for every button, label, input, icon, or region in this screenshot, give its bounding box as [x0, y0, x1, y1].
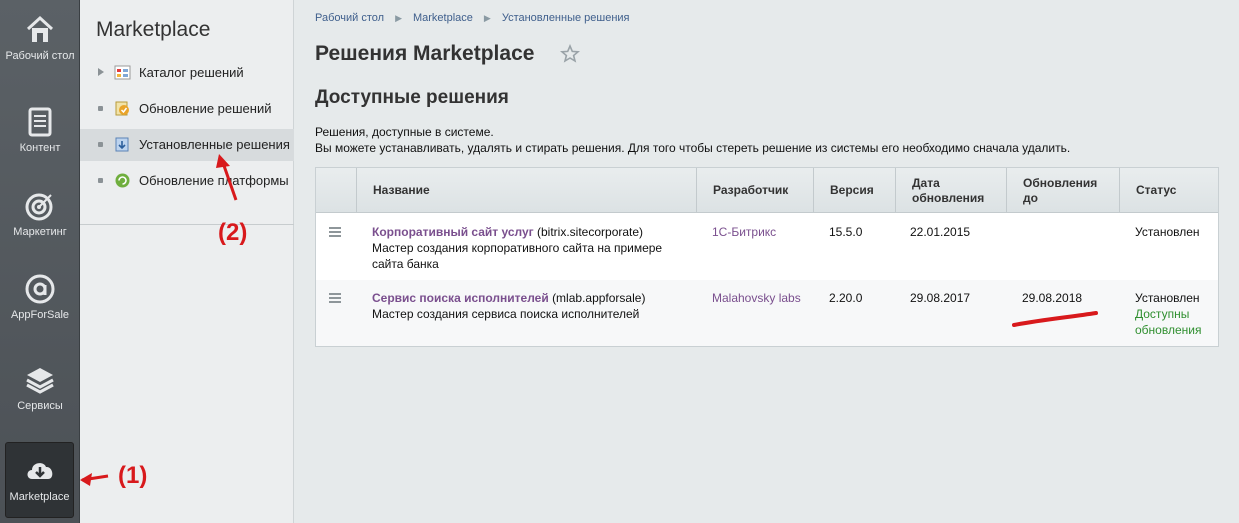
table-header: Название Разработчик Версия Дата обновле…	[316, 168, 1218, 213]
rail-label: Контент	[19, 142, 61, 154]
status-cell: Установлен Доступны обновления	[1135, 290, 1217, 338]
table-row[interactable]: Корпоративный сайт услуг (bitrix.sitecor…	[316, 214, 1218, 280]
update-solutions-icon	[115, 101, 129, 116]
updates-until-cell: 29.08.2018	[1022, 291, 1083, 305]
developer-link[interactable]: 1С-Битрикс	[712, 224, 776, 240]
solutions-table: Название Разработчик Версия Дата обновле…	[315, 167, 1219, 347]
menu-item-updates[interactable]: Обновление решений	[80, 93, 294, 125]
page-title: Решения Marketplace	[315, 42, 535, 65]
solution-description: Мастер создания сервиса поиска исполните…	[372, 307, 640, 321]
catalog-icon	[114, 65, 131, 80]
developer-link[interactable]: Malahovsky labs	[712, 290, 801, 306]
menu-item-label: Обновление платформы	[139, 173, 289, 188]
installed-solutions-icon	[115, 137, 129, 152]
header-label: Обновления до	[1023, 175, 1098, 205]
menu-item-label: Установленные решения	[139, 137, 290, 152]
update-date-cell: 22.01.2015	[910, 225, 971, 239]
breadcrumb-installed[interactable]: Установленные решения	[502, 12, 630, 24]
row-menu-icon[interactable]	[329, 293, 341, 303]
solution-description: Мастер создания корпоративного сайта на …	[372, 241, 663, 271]
menu-item-platform-update[interactable]: Обновление платформы	[80, 165, 294, 197]
bullet-icon	[98, 142, 103, 147]
section-title: Доступные решения	[315, 87, 509, 108]
bullet-icon	[98, 106, 103, 111]
annotation-label-2: (2)	[218, 219, 248, 246]
header-label: Дата обновления	[912, 175, 985, 205]
bullet-icon	[98, 178, 103, 183]
column-status[interactable]: Статус	[1119, 168, 1218, 213]
rail-item-services[interactable]: Сервисы	[0, 364, 80, 444]
column-update-date[interactable]: Дата обновления	[895, 168, 1006, 213]
description-line-2: Вы можете устанавливать, удалять и стира…	[315, 141, 1071, 155]
column-name[interactable]: Название	[356, 168, 696, 213]
document-icon	[28, 107, 52, 137]
rail-item-marketplace[interactable]: Marketplace	[5, 442, 74, 518]
breadcrumb-desktop[interactable]: Рабочий стол	[315, 12, 384, 24]
section-menu: Marketplace Каталог решений Обновление р…	[80, 0, 294, 523]
appforsale-icon	[25, 274, 55, 304]
table-row[interactable]: Сервис поиска исполнителей (mlab.appfors…	[316, 280, 1218, 346]
update-date-cell: 29.08.2017	[910, 291, 971, 305]
rail-item-desktop[interactable]: Рабочий стол	[0, 14, 80, 94]
rail-label: Сервисы	[17, 400, 63, 412]
column-version[interactable]: Версия	[813, 168, 895, 213]
solution-code: (mlab.appforsale)	[552, 291, 646, 305]
menu-item-label: Каталог решений	[139, 65, 244, 80]
menu-item-installed[interactable]: Установленные решения	[80, 129, 294, 161]
column-developer[interactable]: Разработчик	[696, 168, 813, 213]
description-line-1: Решения, доступные в системе.	[315, 125, 494, 139]
platform-update-icon	[115, 173, 130, 188]
main-content: Рабочий стол ▶ Marketplace ▶ Установленные р…	[295, 0, 1239, 523]
rail-item-content[interactable]: Контент	[0, 106, 80, 186]
menu-item-catalog[interactable]: Каталог решений	[80, 57, 294, 89]
status-cell: Установлен	[1135, 224, 1217, 240]
main-rail: Рабочий стол Контент Маркетинг AppForSal…	[0, 0, 80, 523]
star-icon[interactable]	[560, 44, 580, 64]
breadcrumb-marketplace[interactable]: Marketplace	[413, 12, 473, 24]
rail-label: Маркетинг	[13, 226, 67, 238]
status-text: Установлен	[1135, 291, 1200, 305]
rail-label: Рабочий стол	[5, 50, 75, 62]
version-cell: 15.5.0	[829, 225, 863, 239]
status-text: Установлен	[1135, 225, 1200, 239]
menu-item-label: Обновление решений	[139, 101, 272, 116]
breadcrumb: Рабочий стол ▶ Marketplace ▶ Установленные р…	[315, 12, 630, 24]
column-updates-until[interactable]: Обновления до	[1006, 168, 1119, 213]
annotation-label-1: (1)	[118, 462, 148, 489]
solution-code: (bitrix.sitecorporate)	[537, 225, 644, 239]
rail-label: Marketplace	[9, 491, 70, 503]
updates-available-link[interactable]: Доступны обновления	[1135, 307, 1201, 337]
solution-cell: Сервис поиска исполнителей (mlab.appfors…	[372, 290, 696, 322]
chevron-right-icon: ▶	[483, 13, 491, 23]
rail-item-marketing[interactable]: Маркетинг	[0, 190, 80, 270]
version-cell: 2.20.0	[829, 291, 863, 305]
layers-icon	[26, 368, 54, 394]
home-icon	[26, 15, 54, 42]
expand-arrow-icon[interactable]	[98, 68, 104, 76]
cloud-download-icon	[27, 463, 52, 479]
solution-name-link[interactable]: Корпоративный сайт услуг	[372, 225, 534, 239]
solution-name-link[interactable]: Сервис поиска исполнителей	[372, 291, 549, 305]
target-icon	[25, 193, 53, 221]
row-menu-icon[interactable]	[329, 227, 341, 237]
rail-item-appforsale[interactable]: AppForSale	[0, 273, 80, 353]
rail-label: AppForSale	[10, 309, 70, 321]
menu-title: Marketplace	[96, 18, 211, 41]
solution-cell: Корпоративный сайт услуг (bitrix.sitecor…	[372, 224, 696, 272]
chevron-right-icon: ▶	[395, 13, 402, 23]
menu-divider	[80, 224, 294, 225]
